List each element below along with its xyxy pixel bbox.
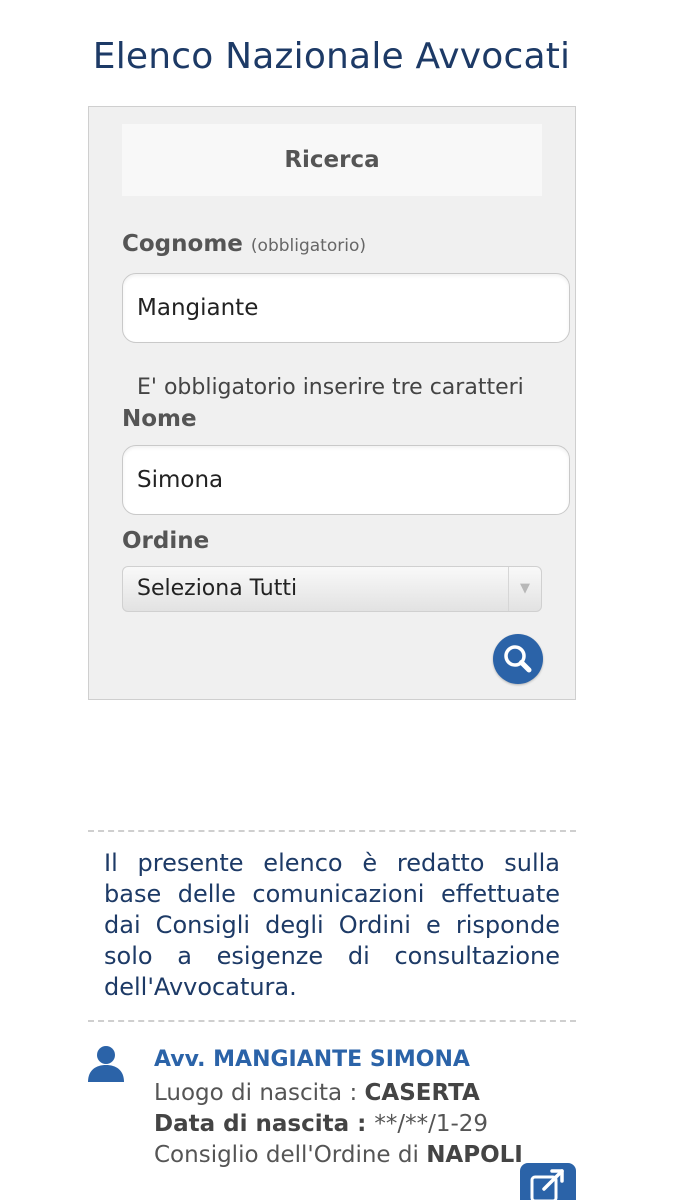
- disclaimer-text: Il presente elenco è redatto sulla base …: [104, 849, 560, 1001]
- open-detail-button[interactable]: [520, 1163, 576, 1200]
- birthdate-value: **/**/1-29: [374, 1111, 489, 1137]
- ordine-selected-value: Seleziona Tutti: [137, 576, 298, 601]
- search-panel: Ricerca Cognome (obbligatorio) E' obblig…: [88, 106, 576, 700]
- cognome-label-text: Cognome: [122, 231, 243, 257]
- ordine-select[interactable]: Seleziona Tutti ▼: [122, 566, 542, 612]
- external-link-icon: [530, 1169, 564, 1200]
- nome-input[interactable]: [122, 445, 570, 515]
- search-panel-heading: Ricerca: [122, 124, 542, 196]
- result-council: Consiglio dell'Ordine di NAPOLI: [154, 1142, 523, 1168]
- birthplace-value: CASERTA: [364, 1080, 480, 1106]
- search-button[interactable]: [493, 634, 543, 684]
- required-message: E' obbligatorio inserire tre caratteri: [137, 375, 524, 400]
- divider: [88, 1020, 576, 1022]
- divider: [88, 830, 576, 832]
- search-icon: [504, 645, 532, 673]
- cognome-input[interactable]: [122, 273, 570, 343]
- nome-label: Nome: [122, 406, 197, 432]
- council-label: Consiglio dell'Ordine di: [154, 1142, 427, 1168]
- person-icon: [88, 1046, 124, 1082]
- result-birthdate: Data di nascita : **/**/1-29: [154, 1111, 488, 1137]
- page: Elenco Nazionale Avvocati Ricerca Cognom…: [0, 0, 697, 1200]
- cognome-required-hint: (obbligatorio): [250, 236, 366, 256]
- cognome-label: Cognome (obbligatorio): [122, 231, 366, 257]
- birthdate-label: Data di nascita :: [154, 1111, 375, 1137]
- council-value: NAPOLI: [426, 1142, 523, 1168]
- result-name[interactable]: Avv. MANGIANTE SIMONA: [154, 1047, 470, 1072]
- page-title: Elenco Nazionale Avvocati: [92, 36, 571, 77]
- chevron-down-icon: ▼: [508, 567, 541, 611]
- birthplace-label: Luogo di nascita :: [154, 1080, 365, 1106]
- result-birthplace: Luogo di nascita : CASERTA: [154, 1080, 480, 1106]
- ordine-label: Ordine: [122, 528, 210, 554]
